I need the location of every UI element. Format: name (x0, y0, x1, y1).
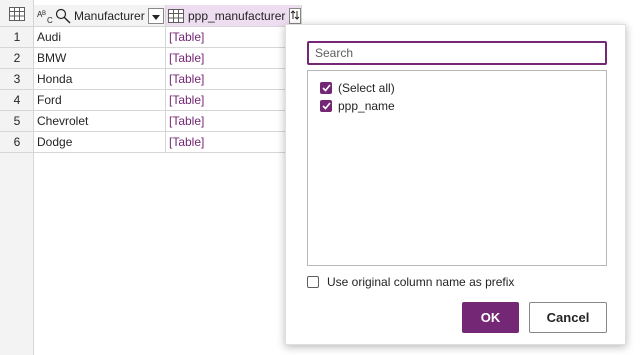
cell-ppp-manufacturer[interactable]: [Table] (166, 90, 302, 111)
column-checkbox-list: (Select all) ppp_name (307, 70, 607, 266)
ok-button[interactable]: OK (462, 302, 519, 333)
svg-text:B: B (42, 11, 46, 17)
cell-ppp-manufacturer[interactable]: [Table] (166, 111, 302, 132)
expand-column-popup: (Select all) ppp_name Use original colum… (285, 24, 626, 345)
prefix-checkbox-item[interactable]: Use original column name as prefix (307, 274, 514, 290)
table-row: 6 Dodge [Table] (0, 132, 302, 153)
row-number: 5 (0, 111, 34, 132)
checkbox-unchecked-icon[interactable] (307, 276, 319, 288)
svg-text:C: C (47, 16, 53, 24)
row-number: 6 (0, 132, 34, 153)
select-all-checkbox-item[interactable]: (Select all) (320, 80, 395, 96)
cell-manufacturer[interactable]: Dodge (34, 132, 166, 153)
row-number: 1 (0, 27, 34, 48)
table-menu-button[interactable] (0, 5, 34, 27)
checkbox-checked-icon[interactable] (320, 82, 332, 94)
cell-ppp-manufacturer[interactable]: [Table] (166, 132, 302, 153)
expand-arrows-icon (290, 9, 300, 23)
prefix-label: Use original column name as prefix (327, 275, 515, 289)
table-row: 4 Ford [Table] (0, 90, 302, 111)
row-number: 2 (0, 48, 34, 69)
column-header-manufacturer[interactable]: ABC Manufacturer (34, 5, 166, 27)
ppp-name-label: ppp_name (338, 99, 395, 113)
search-input[interactable] (307, 41, 607, 65)
cell-ppp-manufacturer[interactable]: [Table] (166, 69, 302, 90)
cell-manufacturer[interactable]: Ford (34, 90, 166, 111)
abc-text-type-icon[interactable]: ABC (37, 8, 55, 24)
row-number: 3 (0, 69, 34, 90)
expand-column-button[interactable] (289, 7, 302, 24)
checkbox-checked-icon[interactable] (320, 100, 332, 112)
table-row: 1 Audi [Table] (0, 27, 302, 48)
table-icon (8, 7, 25, 24)
key-search-icon (55, 8, 71, 24)
cell-ppp-manufacturer[interactable]: [Table] (166, 48, 302, 69)
chevron-down-icon (151, 9, 160, 23)
column-header-ppp-manufacturer[interactable]: ppp_manufacturer (166, 5, 302, 27)
ppp-name-checkbox-item[interactable]: ppp_name (320, 98, 395, 114)
cell-ppp-manufacturer[interactable]: [Table] (166, 27, 302, 48)
column-filter-dropdown-button[interactable] (147, 7, 164, 24)
table-row: 3 Honda [Table] (0, 69, 302, 90)
row-number: 4 (0, 90, 34, 111)
column-title-manufacturer: Manufacturer (74, 8, 145, 23)
select-all-label: (Select all) (338, 81, 395, 95)
cell-manufacturer[interactable]: Audi (34, 27, 166, 48)
cancel-button[interactable]: Cancel (529, 302, 607, 333)
cell-manufacturer[interactable]: Chevrolet (34, 111, 166, 132)
column-title-ppp-manufacturer: ppp_manufacturer (188, 8, 286, 23)
table-row: 5 Chevrolet [Table] (0, 111, 302, 132)
cell-manufacturer[interactable]: BMW (34, 48, 166, 69)
cell-manufacturer[interactable]: Honda (34, 69, 166, 90)
table-type-icon[interactable] (168, 8, 184, 23)
table-row: 2 BMW [Table] (0, 48, 302, 69)
